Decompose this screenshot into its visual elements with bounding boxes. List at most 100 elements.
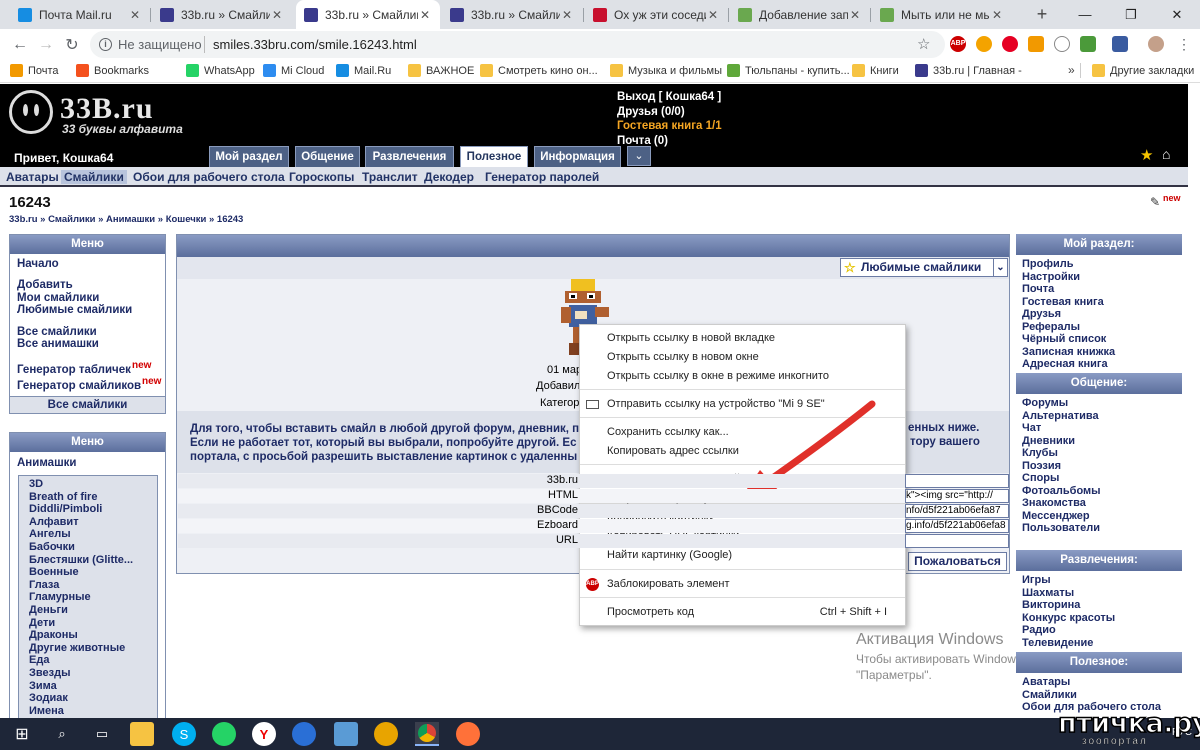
browser-tab[interactable]: 33b.ru » Смайлики »✕ (442, 0, 582, 29)
search-icon[interactable]: ⌕ (50, 722, 74, 746)
logout-link[interactable]: Выход [ Кошка64 ] (617, 90, 722, 105)
menu-tab[interactable]: Развлечения (365, 146, 454, 167)
context-menu-item[interactable]: Открыть ссылку в новом окне (580, 348, 905, 367)
bookmark-star-icon[interactable]: ☆ (917, 31, 930, 58)
firefox-icon[interactable] (456, 722, 480, 746)
chevron-down-icon[interactable]: ⌄ (993, 259, 1007, 276)
category-item[interactable]: Зима (29, 680, 57, 692)
code-field[interactable]: nfo/d5f221ab06efa87 (905, 504, 1009, 518)
right-menu-link[interactable]: Друзья (1022, 308, 1061, 320)
close-tab-icon[interactable]: ✕ (848, 8, 862, 22)
browser-tab[interactable]: Добавление записи✕ (730, 0, 870, 29)
right-menu-link[interactable]: Дневники (1022, 435, 1075, 447)
browser-tab[interactable]: 33b.ru » Смайлики »✕ (152, 0, 292, 29)
right-menu-link[interactable]: Пользователи (1022, 522, 1100, 534)
breadcrumb[interactable]: 33b.ru » Смайлики » Анимашки » Кошечки »… (9, 214, 243, 225)
browser-tab[interactable]: Мыть или не мыть✕ (872, 0, 1012, 29)
right-menu-link[interactable]: Аватары (1022, 676, 1070, 688)
browser-tab[interactable]: Ох уж эти соседи! -✕ (585, 0, 728, 29)
url-text[interactable]: smiles.33bru.com/smile.16243.html (213, 31, 417, 58)
bookmarks-more-icon[interactable]: » (1068, 63, 1075, 77)
subnav-link[interactable]: Аватары (6, 170, 59, 184)
left-menu-link[interactable]: Генератор смайликов (17, 380, 141, 392)
logo-smile-icon[interactable] (9, 90, 53, 134)
right-menu-link[interactable]: Адресная книга (1022, 358, 1108, 370)
subnav-link[interactable]: Генератор паролей (485, 170, 599, 184)
right-menu-link[interactable]: Альтернатива (1022, 410, 1099, 422)
adblock-icon[interactable]: ABP (950, 36, 966, 52)
bookmark-item[interactable]: Mi Cloud (263, 64, 324, 77)
address-bar[interactable]: i Не защищено smiles.33bru.com/smile.162… (90, 31, 945, 58)
chrome-taskbar-icon[interactable] (415, 722, 439, 746)
close-tab-icon[interactable]: ✕ (128, 8, 142, 22)
close-tab-icon[interactable]: ✕ (706, 8, 720, 22)
right-menu-link[interactable]: Радио (1022, 624, 1056, 636)
right-menu-link[interactable]: Чат (1022, 422, 1041, 434)
complain-button[interactable]: Пожаловаться (908, 552, 1007, 571)
guestbook-link[interactable]: Гостевая книга 1/1 (617, 119, 722, 134)
left-menu-link[interactable]: Начало (17, 258, 59, 270)
category-item[interactable]: Деньги (29, 604, 68, 616)
pinterest-icon[interactable] (1002, 36, 1018, 52)
bookmark-item[interactable]: Смотреть кино он... (480, 64, 598, 77)
code-field[interactable]: g.info/d5f221ab06efa8 (905, 519, 1009, 533)
category-item[interactable]: Гламурные (29, 591, 91, 603)
context-menu-item[interactable]: Открыть ссылку в окне в режиме инкогнито (580, 367, 905, 386)
category-item[interactable]: Зодиак (29, 692, 68, 704)
bookmark-item[interactable]: Mail.Ru (336, 64, 391, 77)
menu-tab[interactable]: Мой раздел (209, 146, 289, 167)
right-menu-link[interactable]: Шахматы (1022, 587, 1074, 599)
close-tab-icon[interactable]: ✕ (418, 8, 432, 22)
context-menu-item[interactable]: ABP Заблокировать элемент (580, 575, 905, 594)
lock-ext-icon[interactable] (1028, 36, 1044, 52)
whatsapp-icon[interactable] (212, 722, 236, 746)
restore-button[interactable]: ❐ (1108, 0, 1154, 29)
bookmark-item[interactable]: WhatsApp (186, 64, 255, 77)
category-item[interactable]: Diddli/Pimboli (29, 503, 102, 515)
close-window-button[interactable]: ✕ (1154, 0, 1200, 29)
right-menu-link[interactable]: Гостевая книга (1022, 296, 1104, 308)
yandex-icon[interactable]: Y (252, 722, 276, 746)
app-icon[interactable] (292, 722, 316, 746)
left-menu-link[interactable]: Добавить (17, 279, 73, 291)
right-menu-link[interactable]: Настройки (1022, 271, 1080, 283)
left-menu-link[interactable]: Генератор табличек (17, 364, 131, 376)
right-menu-link[interactable]: Почта (1022, 283, 1054, 295)
menu-more-chevron-icon[interactable]: ⌄ (627, 146, 651, 166)
category-item[interactable]: Дети (29, 617, 55, 629)
right-menu-link[interactable]: Фотоальбомы (1022, 485, 1101, 497)
category-item[interactable]: Драконы (29, 629, 78, 641)
bookmark-item[interactable]: Почта (10, 64, 59, 77)
minimize-button[interactable]: — (1062, 0, 1108, 29)
category-item[interactable]: 3D (29, 478, 43, 490)
right-menu-link[interactable]: Споры (1022, 472, 1059, 484)
file-explorer-icon[interactable] (130, 722, 154, 746)
all-smiles-button[interactable]: Все смайлики (10, 396, 165, 413)
category-item[interactable]: Бабочки (29, 541, 75, 553)
site-logo[interactable]: 33B.ru (60, 92, 154, 126)
subnav-link[interactable]: Обои для рабочего стола (133, 170, 285, 184)
extension-icon[interactable] (1080, 36, 1096, 52)
right-menu-link[interactable]: Клубы (1022, 447, 1058, 459)
close-tab-icon[interactable]: ✕ (990, 8, 1004, 22)
right-menu-link[interactable]: Викторина (1022, 599, 1080, 611)
bookmark-item[interactable]: Тюльпаны - купить... (727, 64, 850, 77)
favorite-star-icon[interactable]: ★ (1140, 146, 1153, 164)
code-field[interactable] (905, 534, 1009, 548)
bookmark-item[interactable]: 33b.ru | Главная - (915, 64, 1022, 77)
new-tab-button[interactable]: + (1032, 4, 1052, 24)
category-item[interactable]: Алфавит (29, 516, 79, 528)
avatar[interactable] (1148, 36, 1164, 52)
bookmark-item[interactable]: ВАЖНОЕ (408, 64, 474, 77)
browser-tab[interactable]: Почта Mail.ru ✕ (10, 0, 150, 29)
back-icon[interactable]: ← (8, 34, 32, 56)
context-menu-item[interactable]: Просмотреть код Ctrl + Shift + I (580, 603, 905, 622)
category-item[interactable]: Еда (29, 654, 49, 666)
reload-icon[interactable]: ↻ (60, 34, 84, 56)
category-section[interactable]: Анимашки (17, 457, 76, 469)
skype-icon[interactable]: S (172, 722, 196, 746)
app2-icon[interactable] (374, 722, 398, 746)
category-item[interactable]: Глаза (29, 579, 59, 591)
bookmark-item[interactable]: Музыка и фильмы (610, 64, 722, 77)
right-menu-link[interactable]: Поэзия (1022, 460, 1061, 472)
